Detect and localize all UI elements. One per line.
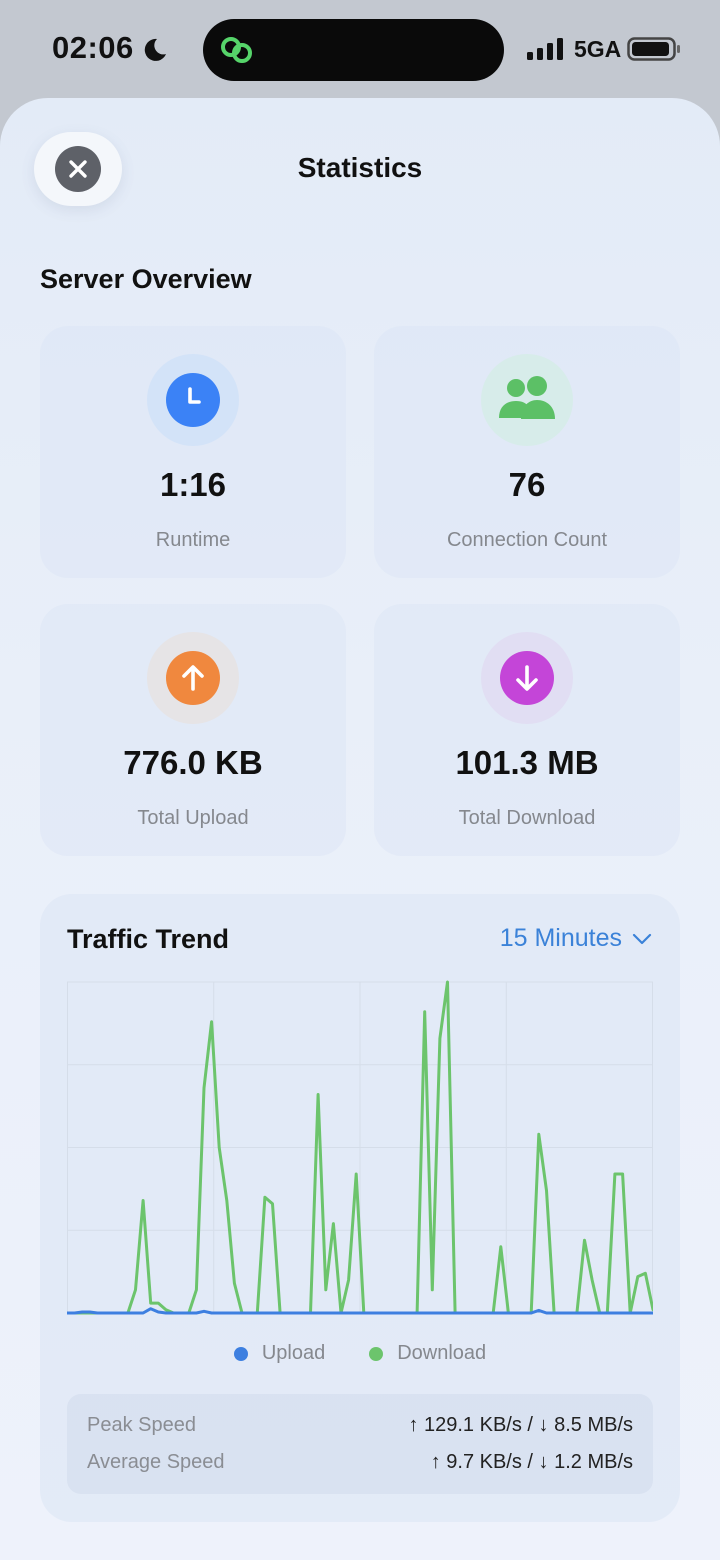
total-upload-label: Total Upload bbox=[137, 807, 249, 829]
time-range-value: 15 Minutes bbox=[499, 924, 622, 952]
dynamic-island bbox=[203, 19, 504, 81]
legend-download-dot bbox=[369, 1346, 384, 1361]
chevron-down-icon bbox=[632, 933, 652, 944]
arrow-up-icon bbox=[166, 651, 220, 705]
download-icon-wrap bbox=[481, 632, 573, 724]
runtime-label: Runtime bbox=[155, 529, 231, 551]
users-icon bbox=[499, 376, 555, 419]
average-speed-row: Average Speed ↑ 9.7 KB/s / ↓ 1.2 MB/s bbox=[87, 1447, 633, 1477]
legend-upload-dot bbox=[233, 1346, 248, 1361]
legend-upload-label: Upload bbox=[261, 1342, 326, 1364]
speed-summary: Peak Speed ↑ 129.1 KB/s / ↓ 8.5 MB/s Ave… bbox=[67, 1394, 653, 1494]
battery-icon bbox=[627, 37, 680, 61]
clock-icon bbox=[166, 373, 220, 427]
upload-icon-wrap bbox=[147, 632, 239, 724]
moon-icon bbox=[144, 38, 166, 61]
peak-speed-row: Peak Speed ↑ 129.1 KB/s / ↓ 8.5 MB/s bbox=[87, 1410, 633, 1440]
stat-card-connections: 76 Connection Count bbox=[374, 326, 680, 578]
legend-upload: Upload bbox=[233, 1342, 326, 1365]
average-speed-label: Average Speed bbox=[87, 1450, 225, 1473]
signal-icon bbox=[527, 38, 563, 60]
traffic-trend-title: Traffic Trend bbox=[67, 924, 230, 954]
statistics-sheet: Statistics Server Overview 1:16 Runtime … bbox=[0, 98, 720, 1560]
time-range-select[interactable]: 15 Minutes bbox=[500, 924, 652, 953]
network-type: 5GA bbox=[574, 36, 622, 62]
legend-download-label: Download bbox=[397, 1342, 487, 1364]
chart-legend: Upload Download bbox=[40, 1342, 680, 1365]
status-bar: 02:06 5GA bbox=[0, 0, 720, 100]
total-upload-value: 776.0 KB bbox=[123, 744, 263, 781]
peak-speed-value: ↑ 129.1 KB/s / ↓ 8.5 MB/s bbox=[408, 1413, 633, 1436]
stat-card-runtime: 1:16 Runtime bbox=[40, 326, 346, 578]
connection-count-value: 76 bbox=[508, 466, 546, 503]
peak-speed-label: Peak Speed bbox=[87, 1413, 196, 1436]
page-title: Statistics bbox=[297, 152, 423, 183]
runtime-value: 1:16 bbox=[159, 466, 227, 503]
connections-icon-wrap bbox=[481, 354, 573, 446]
status-time: 02:06 bbox=[52, 30, 134, 65]
link-icon bbox=[221, 37, 252, 63]
runtime-icon-wrap bbox=[147, 354, 239, 446]
legend-download: Download bbox=[369, 1342, 486, 1365]
connection-count-label: Connection Count bbox=[446, 529, 608, 551]
traffic-trend-chart bbox=[67, 980, 653, 1315]
stat-card-upload: 776.0 KB Total Upload bbox=[40, 604, 346, 856]
traffic-trend-card: Traffic Trend 15 Minutes Upload Download… bbox=[40, 894, 680, 1522]
arrow-down-icon bbox=[500, 651, 554, 705]
average-speed-value: ↑ 9.7 KB/s / ↓ 1.2 MB/s bbox=[430, 1450, 633, 1473]
section-title-server-overview: Server Overview bbox=[40, 264, 252, 294]
stat-card-download: 101.3 MB Total Download bbox=[374, 604, 680, 856]
total-download-label: Total Download bbox=[458, 807, 596, 829]
total-download-value: 101.3 MB bbox=[455, 744, 599, 781]
